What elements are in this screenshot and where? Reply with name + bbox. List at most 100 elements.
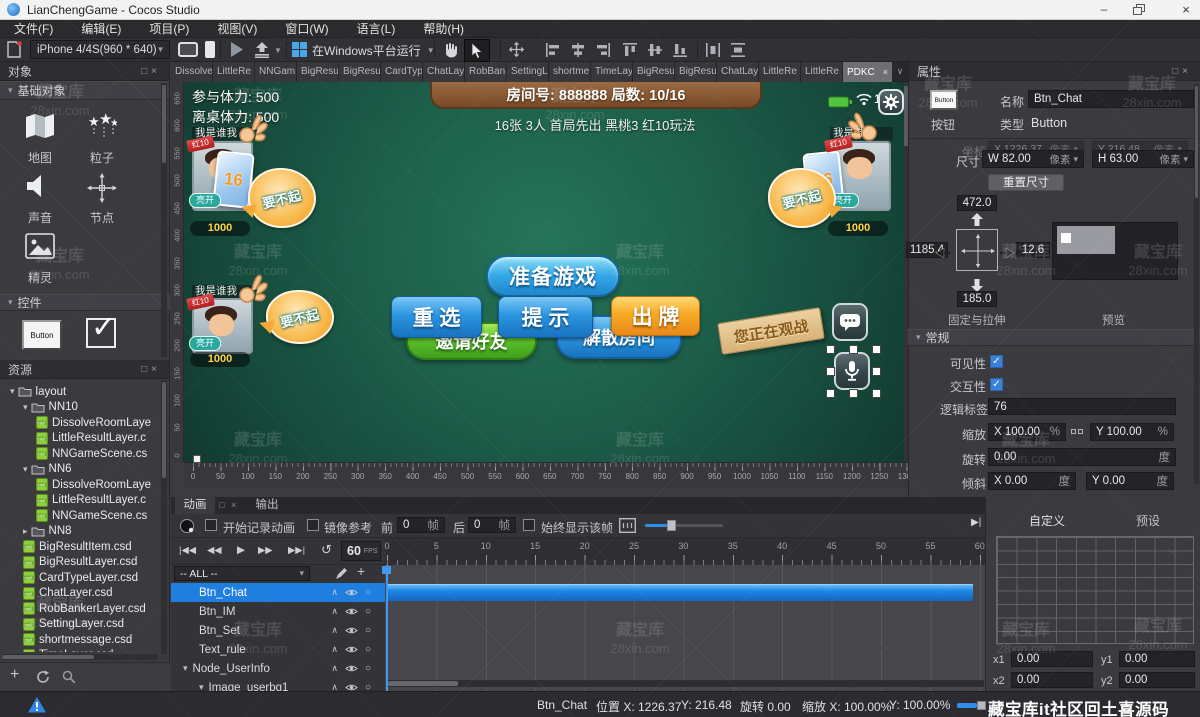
anchor-top-field[interactable]: 472.0 bbox=[957, 195, 997, 211]
float-panel-icon[interactable]: □ bbox=[141, 66, 151, 77]
selection-handle[interactable] bbox=[826, 345, 835, 354]
tree-folder-NN10[interactable]: ▾NN10 bbox=[0, 400, 160, 415]
restore-button[interactable] bbox=[1132, 4, 1152, 18]
publish-icon[interactable] bbox=[254, 42, 270, 63]
visible-checkbox[interactable]: ✓ bbox=[990, 355, 1003, 368]
object-item-地图[interactable]: 地图 bbox=[10, 113, 70, 167]
close-panel-icon[interactable]: × bbox=[231, 500, 236, 510]
loop-playback-icon[interactable]: ↺ bbox=[321, 542, 332, 558]
tree-expand-icon[interactable]: ▾ bbox=[23, 402, 28, 413]
tab-overflow-chevron-icon[interactable]: ∨ bbox=[892, 62, 908, 82]
tree-folder-layout[interactable]: ▾layout bbox=[0, 384, 160, 399]
visibility-eye-icon[interactable] bbox=[345, 626, 358, 635]
timeline-track-Image_userbg1[interactable]: ▾Image_userbg1∧○ bbox=[171, 678, 385, 691]
tab-animation[interactable]: 动画 bbox=[175, 497, 215, 514]
tab-preset-curve[interactable]: 预设 bbox=[1136, 512, 1160, 529]
scene-canvas[interactable]: 参与体力: 500 离桌体力: 500 房间号: 888888 局数: 10/1… bbox=[184, 82, 904, 462]
curve-x1-input[interactable]: 0.00 bbox=[1011, 651, 1093, 667]
document-tab-4[interactable]: BigResu bbox=[339, 62, 381, 82]
align-middle-v-icon[interactable] bbox=[647, 42, 663, 63]
objects-scrollbar[interactable] bbox=[161, 83, 167, 357]
distribute-h-icon[interactable] bbox=[705, 42, 721, 63]
properties-scrollbar[interactable] bbox=[1194, 84, 1199, 484]
tree-file-NNGameScene.cs[interactable]: csdNNGameScene.cs bbox=[0, 508, 160, 523]
run-preview-icon[interactable] bbox=[230, 42, 243, 62]
selection-handle[interactable] bbox=[826, 389, 835, 398]
scale-x-field[interactable]: X 100.00% bbox=[988, 423, 1066, 441]
float-panel-icon[interactable]: □ bbox=[141, 364, 151, 375]
document-tab-12[interactable]: BigResu bbox=[675, 62, 717, 82]
align-top-icon[interactable] bbox=[622, 42, 638, 63]
playhead-cap[interactable] bbox=[382, 566, 391, 574]
selection-handle[interactable] bbox=[872, 389, 881, 398]
reset-size-button[interactable]: 重置尺寸 bbox=[988, 174, 1064, 191]
record-checkbox[interactable] bbox=[205, 519, 217, 531]
skew-x-field[interactable]: X 0.00度 bbox=[988, 472, 1076, 490]
scale-y-field[interactable]: Y 100.00% bbox=[1090, 423, 1174, 441]
record-animation-icon[interactable] bbox=[179, 518, 196, 540]
tree-file-BigResultLayer.csd[interactable]: csdBigResultLayer.csd bbox=[0, 555, 160, 570]
curve-y2-input[interactable]: 0.00 bbox=[1119, 672, 1195, 688]
curve-grid[interactable] bbox=[996, 536, 1194, 644]
visibility-eye-icon[interactable] bbox=[345, 645, 358, 654]
playhead-line[interactable] bbox=[386, 565, 388, 691]
controls-section[interactable]: ▾ 控件 bbox=[0, 294, 170, 311]
go-last-frame-button[interactable]: ▶▶| bbox=[288, 545, 305, 556]
document-tab-10[interactable]: TimeLay bbox=[591, 62, 633, 82]
mirror-checkbox[interactable] bbox=[307, 519, 319, 531]
menu-item-2[interactable]: 项目(P) bbox=[135, 20, 203, 37]
next-frame-button[interactable]: ▶▶ bbox=[258, 545, 273, 556]
add-resource-button[interactable]: + bbox=[10, 666, 19, 684]
selection-handles[interactable] bbox=[826, 345, 879, 396]
document-tab-7[interactable]: RobBan bbox=[465, 62, 507, 82]
tree-file-BigResultItem.csd[interactable]: csdBigResultItem.csd bbox=[0, 539, 160, 554]
track-expand-icon[interactable]: ▾ bbox=[183, 663, 188, 674]
solo-circle-icon[interactable]: ○ bbox=[365, 625, 371, 636]
document-tab-11[interactable]: BigResu bbox=[633, 62, 675, 82]
visibility-eye-icon[interactable] bbox=[345, 683, 358, 691]
curve-x2-input[interactable]: 0.00 bbox=[1011, 672, 1093, 688]
collapse-chevron-icon[interactable]: ∧ bbox=[331, 606, 338, 617]
tab-custom-curve[interactable]: 自定义 bbox=[1029, 512, 1065, 529]
solo-circle-icon[interactable]: ○ bbox=[365, 644, 371, 655]
onion-skin-icon[interactable] bbox=[619, 518, 636, 538]
add-animation-icon[interactable]: + bbox=[357, 563, 365, 579]
anchor-right-field[interactable]: 12.6 bbox=[1016, 242, 1050, 258]
skew-y-field[interactable]: Y 0.00度 bbox=[1086, 472, 1174, 490]
size-h-field[interactable]: H 63.00像素▾ bbox=[1092, 150, 1194, 168]
go-first-frame-button[interactable]: |◀◀ bbox=[179, 545, 196, 556]
link-scale-icon[interactable] bbox=[1071, 428, 1083, 436]
tree-expand-icon[interactable]: ▸ bbox=[23, 526, 28, 537]
selection-handle[interactable] bbox=[826, 367, 835, 376]
tree-file-SettingLayer.csd[interactable]: csdSettingLayer.csd bbox=[0, 617, 160, 632]
document-tab-13[interactable]: ChatLay bbox=[717, 62, 759, 82]
selection-handle[interactable] bbox=[872, 345, 881, 354]
menu-item-1[interactable]: 编辑(E) bbox=[67, 20, 135, 37]
tree-file-TimeLayer.csd[interactable]: csdTimeLayer.csd bbox=[0, 648, 160, 653]
close-panel-icon[interactable]: × bbox=[151, 66, 161, 77]
before-frames-input[interactable]: 0帧 bbox=[397, 517, 445, 533]
after-frames-input[interactable]: 0帧 bbox=[468, 517, 516, 533]
align-bottom-icon[interactable] bbox=[672, 42, 688, 63]
search-icon[interactable] bbox=[62, 670, 76, 689]
tree-file-LittleResultLayer.c[interactable]: csdLittleResultLayer.c bbox=[0, 431, 160, 446]
document-tab-8[interactable]: SettingL bbox=[507, 62, 549, 82]
rotation-input[interactable]: 0.00度 bbox=[988, 448, 1176, 466]
solo-circle-icon[interactable]: ○ bbox=[365, 682, 371, 691]
run-target-dropdown[interactable]: 在Windows平台运行▼ bbox=[312, 42, 435, 59]
document-tab-5[interactable]: CardTyp bbox=[381, 62, 423, 82]
ready-button[interactable]: 准备游戏 bbox=[486, 255, 620, 297]
timeline-track-Btn_Set[interactable]: Btn_Set∧○ bbox=[171, 621, 385, 640]
expand-node-icon[interactable] bbox=[508, 41, 525, 63]
collapse-chevron-icon[interactable]: ∧ bbox=[331, 682, 338, 691]
play-card-button[interactable]: 出 牌 bbox=[611, 296, 700, 336]
selection-handle[interactable] bbox=[849, 345, 858, 354]
tree-folder-NN6[interactable]: ▾NN6 bbox=[0, 462, 160, 477]
tree-file-DissolveRoomLaye[interactable]: csdDissolveRoomLaye bbox=[0, 415, 160, 430]
landscape-orientation-icon[interactable] bbox=[178, 42, 198, 62]
reselect-button[interactable]: 重 选 bbox=[391, 296, 482, 338]
warning-icon[interactable] bbox=[28, 697, 46, 717]
curve-y1-input[interactable]: 0.00 bbox=[1119, 651, 1195, 667]
timeline-track-Btn_IM[interactable]: Btn_IM∧○ bbox=[171, 602, 385, 621]
solo-circle-icon[interactable]: ○ bbox=[365, 587, 371, 598]
